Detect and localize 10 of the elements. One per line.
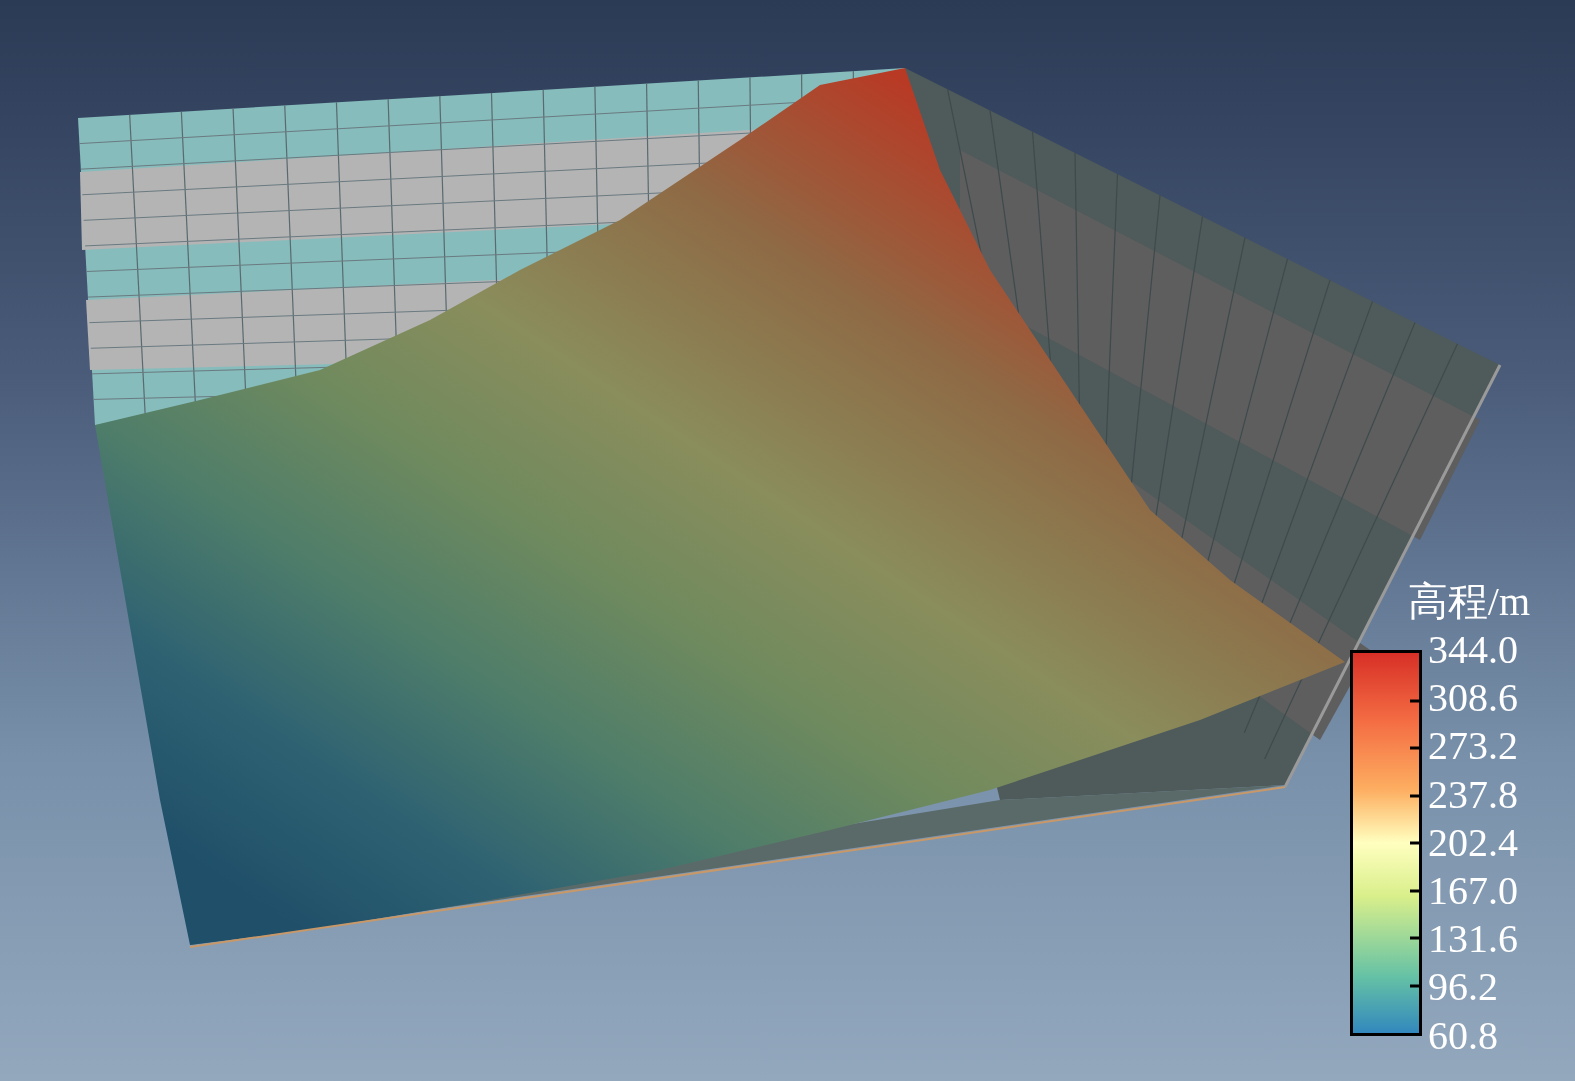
scale-label: 96.2 bbox=[1428, 963, 1499, 1012]
legend-title: 高程/m bbox=[1407, 578, 1530, 626]
scale-label: 308.6 bbox=[1428, 674, 1519, 723]
scale-label: 167.0 bbox=[1428, 866, 1519, 915]
scale-label: 273.2 bbox=[1428, 722, 1519, 771]
scale-label: 344.0 bbox=[1428, 626, 1519, 674]
scale-label: 60.8 bbox=[1428, 1011, 1499, 1060]
scale-label: 202.4 bbox=[1428, 818, 1519, 867]
scale-label: 237.8 bbox=[1428, 770, 1519, 819]
scale-label: 131.6 bbox=[1428, 915, 1519, 964]
